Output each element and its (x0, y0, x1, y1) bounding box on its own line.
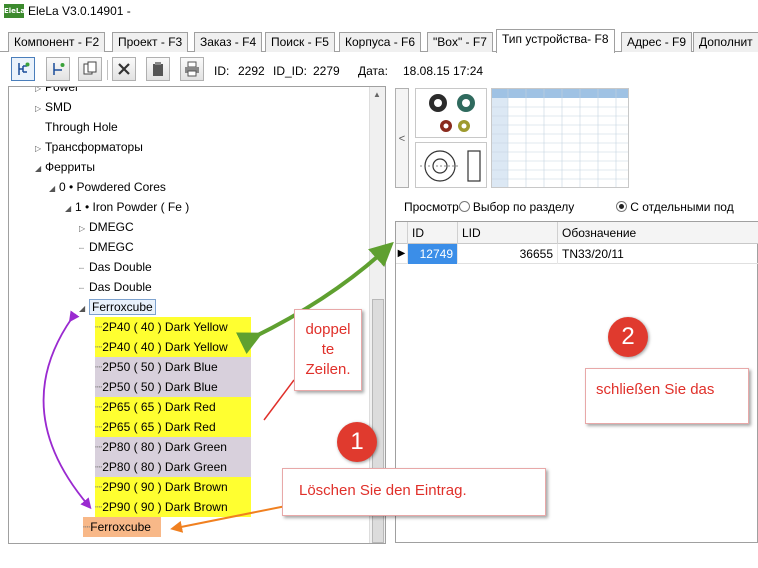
id-id-value: 2279 (313, 64, 340, 78)
tab-address[interactable]: Адрес - F9 (621, 32, 693, 52)
table-row[interactable]: ▶ 12749 36655 TN33/20/11 (396, 244, 758, 264)
tree-item-2p40[interactable]: ┈2P40 ( 40 ) Dark Yellow (95, 317, 251, 337)
collapse-panel-button[interactable]: < (395, 88, 409, 188)
tab-box[interactable]: "Box" - F7 (427, 32, 493, 52)
tree-item-2p50[interactable]: ┈2P50 ( 50 ) Dark Blue (95, 357, 251, 377)
column-header-lid[interactable]: LID (458, 222, 558, 244)
spec-table-image (491, 88, 629, 188)
tree-item-powdered-cores[interactable]: ◢ 0 • Powdered Cores (49, 177, 166, 197)
id-value: 2292 (238, 64, 265, 78)
tree-item-dmegc[interactable]: ┈ DMEGC (79, 237, 134, 257)
column-header-id[interactable]: ID (408, 222, 458, 244)
title-bar: EleLa EleLa V3.0.14901 - (0, 0, 758, 26)
tree-item-dmegc[interactable]: ▷ DMEGC (79, 217, 134, 237)
tab-additional[interactable]: Дополнит (693, 32, 758, 52)
radio-by-section[interactable] (458, 201, 470, 212)
column-header-designation[interactable]: Обозначение (558, 222, 758, 244)
step-number-2: 2 (608, 317, 648, 357)
toolbar: ID: 2292 ID_ID: 2279 Дата: 18.08.15 17:2… (0, 54, 758, 86)
tree-item-das-double[interactable]: ┈ Das Double (79, 257, 152, 277)
radio-by-section-label[interactable]: Выбор по разделу (473, 200, 574, 214)
collapse-arrow-icon[interactable]: ◢ (35, 159, 45, 179)
row-pointer-icon: ▶ (396, 244, 408, 264)
tree-item-ferrites[interactable]: ◢ Ферриты (35, 157, 95, 177)
tree-item-2p90[interactable]: ┈2P90 ( 90 ) Dark Brown (95, 477, 251, 497)
grid-header: ID LID Обозначение (396, 222, 758, 244)
collapse-arrow-icon[interactable]: ◢ (79, 299, 89, 319)
app-logo-icon: EleLa (4, 4, 25, 18)
tree-item-2p65[interactable]: ┈2P65 ( 65 ) Dark Red (95, 397, 251, 417)
cell-designation[interactable]: TN33/20/11 (558, 244, 758, 264)
tree-item-ferroxcube-duplicate[interactable]: ┈Ferroxcube (83, 517, 161, 537)
radio-with-separate[interactable] (616, 201, 628, 212)
scroll-up-arrow-icon[interactable]: ▲ (373, 90, 381, 99)
callout-close-this: schließen Sie das (585, 368, 749, 424)
tab-cases[interactable]: Корпуса - F6 (339, 32, 422, 52)
view-label: Просмотр (404, 200, 459, 214)
tree-item-ferroxcube[interactable]: ◢ Ferroxcube (79, 297, 156, 317)
tree-item-2p80[interactable]: ┈2P80 ( 80 ) Dark Green (95, 457, 251, 477)
tree-item-2p90[interactable]: ┈2P90 ( 90 ) Dark Brown (95, 497, 251, 517)
date-label: Дата: (358, 64, 388, 78)
new-item-icon[interactable] (11, 57, 35, 81)
component-drawing (415, 142, 487, 188)
callout-delete-entry: Löschen Sie den Eintrag. (282, 468, 546, 516)
tree-item-power[interactable]: ▷ Power (35, 87, 79, 97)
delete-icon[interactable] (112, 57, 136, 81)
callout-duplicate-rows: doppel te Zeilen. (294, 309, 362, 391)
date-value: 18.08.15 17:24 (403, 64, 484, 78)
print-icon[interactable] (180, 57, 204, 81)
tree-item-2p50[interactable]: ┈2P50 ( 50 ) Dark Blue (95, 377, 251, 397)
window-title: EleLa V3.0.14901 - (28, 4, 131, 18)
collapse-arrow-icon[interactable]: ◢ (49, 179, 59, 199)
id-id-label: ID_ID: (273, 64, 308, 78)
tree-item-2p40[interactable]: ┈2P40 ( 40 ) Dark Yellow (95, 337, 251, 357)
toolbar-separator (107, 60, 108, 80)
tab-project[interactable]: Проект - F3 (112, 32, 189, 52)
expand-arrow-icon[interactable]: ▷ (35, 99, 45, 119)
tab-order[interactable]: Заказ - F4 (194, 32, 263, 52)
component-photo (415, 88, 487, 138)
tree-item-smd[interactable]: ▷ SMD (35, 97, 72, 117)
expand-arrow-icon[interactable]: ▷ (79, 219, 89, 239)
tab-search[interactable]: Поиск - F5 (265, 32, 335, 52)
view-options: Просмотр Выбор по разделу С отдельными под (404, 200, 758, 220)
expand-arrow-icon[interactable]: ▷ (35, 139, 45, 159)
collapse-arrow-icon[interactable]: ◢ (65, 199, 75, 219)
tree-item-das-double[interactable]: ┈ Das Double (79, 277, 152, 297)
properties-icon[interactable] (146, 57, 170, 81)
tab-bar: Компонент - F2 Проект - F3 Заказ - F4 По… (0, 28, 758, 53)
step-number-1: 1 (337, 422, 377, 462)
radio-with-separate-label[interactable]: С отдельными под (630, 200, 734, 214)
copy-icon[interactable] (78, 57, 102, 81)
cell-id[interactable]: 12749 (408, 244, 458, 264)
tree-item-2p65[interactable]: ┈2P65 ( 65 ) Dark Red (95, 417, 251, 437)
id-label: ID: (214, 64, 230, 78)
tree-item-transformers[interactable]: ▷ Трансформаторы (35, 137, 143, 157)
tab-component[interactable]: Компонент - F2 (8, 32, 106, 52)
tree-item-iron-powder[interactable]: ◢ 1 • Iron Powder ( Fe ) (65, 197, 189, 217)
tree-item-2p80[interactable]: ┈2P80 ( 80 ) Dark Green (95, 437, 251, 457)
new-subitem-icon[interactable] (46, 57, 70, 81)
tab-device-type[interactable]: Тип устройства- F8 (496, 29, 615, 53)
tree-item-through-hole[interactable]: Through Hole (35, 117, 118, 137)
cell-lid[interactable]: 36655 (458, 244, 558, 264)
